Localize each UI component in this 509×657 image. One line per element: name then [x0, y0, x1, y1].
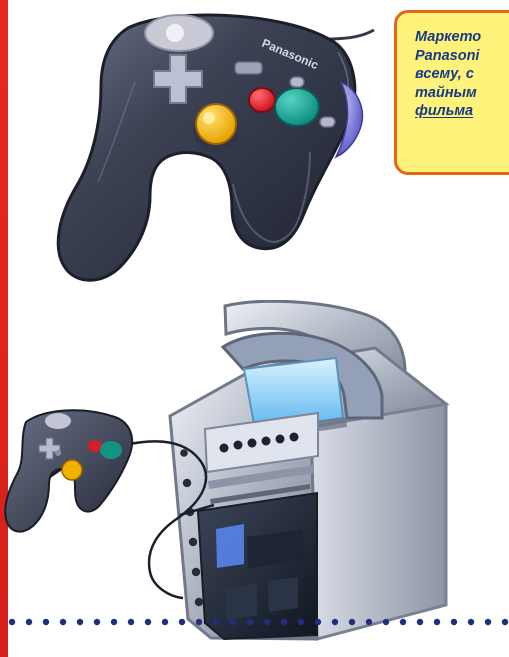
caption-line-5: фильма — [415, 103, 474, 119]
gamecube-controller-icon: Panasonic — [56, 13, 375, 282]
caption-box: Маркето Panasoni всему, с тайным фильма — [394, 10, 509, 175]
console-setup-photo — [0, 299, 509, 645]
caption-line-4: тайным — [415, 84, 477, 101]
caption-line-3: всему, с — [415, 66, 474, 82]
dot-separator — [8, 618, 509, 626]
caption-line-2: Panasoni — [415, 47, 480, 64]
caption-line-1: Маркето — [415, 29, 482, 45]
controller-photo: Panasonic — [18, 0, 378, 290]
panasonic-q-console-icon — [4, 299, 450, 641]
small-controller-icon — [4, 409, 134, 533]
magazine-page: Panasonic Маркето Panasoni всему, с тайн… — [0, 0, 509, 657]
